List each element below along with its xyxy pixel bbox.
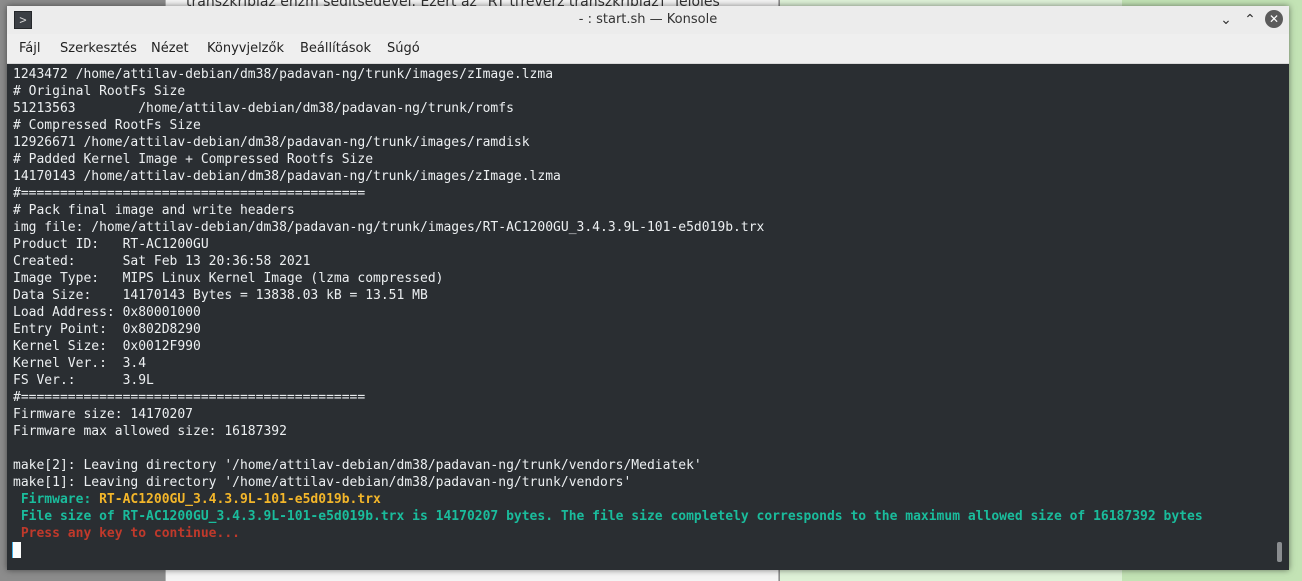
menu-help[interactable]: Súgó <box>387 41 420 56</box>
terminal-text: Created: Sat Feb 13 20:36:58 2021 <box>13 254 311 269</box>
menu-settings[interactable]: Beállítások <box>300 41 371 56</box>
terminal-text: # Padded Kernel Image + Compressed Rootf… <box>13 152 374 167</box>
terminal-text: 51213563 /home/attilav-debian/dm38/padav… <box>13 101 514 116</box>
terminal-line: File size of RT-AC1200GU_3.4.3.9L-101-e5… <box>13 508 1203 525</box>
terminal-line: FS Ver.: 3.9L <box>13 372 1203 389</box>
terminal-line: img file: /home/attilav-debian/dm38/pada… <box>13 219 1203 236</box>
terminal-text: # Original RootFs Size <box>13 84 186 99</box>
terminal-line: # Padded Kernel Image + Compressed Rootf… <box>13 151 1203 168</box>
terminal-line: 51213563 /home/attilav-debian/dm38/padav… <box>13 100 1203 117</box>
terminal-text: Firmware: <box>13 492 100 507</box>
terminal-text: Press any key to continue... <box>13 526 240 541</box>
terminal-line: # Pack final image and write headers <box>13 202 1203 219</box>
terminal-text: Firmware max allowed size: 16187392 <box>13 424 287 439</box>
terminal-text: Firmware size: 14170207 <box>13 407 194 422</box>
terminal-output[interactable]: 1243472 /home/attilav-debian/dm38/padava… <box>7 65 1289 570</box>
terminal-line: 12926671 /home/attilav-debian/dm38/padav… <box>13 134 1203 151</box>
maximize-icon[interactable]: ⌃ <box>1240 10 1260 30</box>
terminal-line: Created: Sat Feb 13 20:36:58 2021 <box>13 253 1203 270</box>
terminal-text: Data Size: 14170143 Bytes = 13838.03 kB … <box>13 288 428 303</box>
terminal-lines: 1243472 /home/attilav-debian/dm38/padava… <box>13 66 1203 542</box>
terminal-line: Kernel Size: 0x0012F990 <box>13 338 1203 355</box>
konsole-window[interactable]: > - : start.sh — Konsole ⌄ ⌃ ✕ Fájl Szer… <box>7 6 1289 570</box>
menu-bookmarks[interactable]: Könyvjelzők <box>207 41 284 56</box>
menu-file[interactable]: Fájl <box>19 41 40 56</box>
terminal-line: # Compressed RootFs Size <box>13 117 1203 134</box>
terminal-text: RT-AC1200GU_3.4.3.9L-101-e5d019b.trx <box>99 492 381 507</box>
terminal-text: 1243472 /home/attilav-debian/dm38/padava… <box>13 67 554 82</box>
terminal-text: img file: /home/attilav-debian/dm38/pada… <box>13 220 765 235</box>
terminal-text: Kernel Size: 0x0012F990 <box>13 339 201 354</box>
terminal-text: Kernel Ver.: 3.4 <box>13 356 147 371</box>
terminal-text: File size of RT-AC1200GU_3.4.3.9L-101-e5… <box>13 509 1203 524</box>
terminal-line: Image Type: MIPS Linux Kernel Image (lzm… <box>13 270 1203 287</box>
terminal-line: Data Size: 14170143 Bytes = 13838.03 kB … <box>13 287 1203 304</box>
terminal-line: make[2]: Leaving directory '/home/attila… <box>13 457 1203 474</box>
terminal-line: #=======================================… <box>13 185 1203 202</box>
terminal-line: Press any key to continue... <box>13 525 1203 542</box>
terminal-line: Firmware max allowed size: 16187392 <box>13 423 1203 440</box>
terminal-text: Entry Point: 0x802D8290 <box>13 322 201 337</box>
terminal-line: Load Address: 0x80001000 <box>13 304 1203 321</box>
terminal-text: Load Address: 0x80001000 <box>13 305 201 320</box>
menu-edit[interactable]: Szerkesztés <box>60 41 137 56</box>
terminal-text: #=======================================… <box>13 186 366 201</box>
menu-view[interactable]: Nézet <box>151 41 189 56</box>
terminal-line: Kernel Ver.: 3.4 <box>13 355 1203 372</box>
minimize-icon[interactable]: ⌄ <box>1216 10 1236 30</box>
terminal-text: 12926671 /home/attilav-debian/dm38/padav… <box>13 135 530 150</box>
terminal-line: Firmware size: 14170207 <box>13 406 1203 423</box>
terminal-text: Product ID: RT-AC1200GU <box>13 237 209 252</box>
terminal-line: Firmware: RT-AC1200GU_3.4.3.9L-101-e5d01… <box>13 491 1203 508</box>
terminal-line: #=======================================… <box>13 389 1203 406</box>
terminal-text: # Pack final image and write headers <box>13 203 295 218</box>
terminal-text: FS Ver.: 3.9L <box>13 373 154 388</box>
window-title: - : start.sh — Konsole <box>578 12 718 27</box>
terminal-text: 14170143 /home/attilav-debian/dm38/padav… <box>13 169 561 184</box>
text-cursor <box>13 542 21 558</box>
terminal-text: # Compressed RootFs Size <box>13 118 201 133</box>
scrollbar-handle[interactable] <box>1277 542 1282 562</box>
terminal-text: make[2]: Leaving directory '/home/attila… <box>13 458 702 473</box>
terminal-line: Product ID: RT-AC1200GU <box>13 236 1203 253</box>
title-bar[interactable]: > - : start.sh — Konsole ⌄ ⌃ ✕ <box>7 6 1289 34</box>
terminal-text: make[1]: Leaving directory '/home/attila… <box>13 475 632 490</box>
terminal-line: Entry Point: 0x802D8290 <box>13 321 1203 338</box>
close-icon[interactable]: ✕ <box>1265 10 1283 28</box>
menu-bar: Fájl Szerkesztés Nézet Könyvjelzők Beáll… <box>7 34 1289 64</box>
terminal-line: 1243472 /home/attilav-debian/dm38/padava… <box>13 66 1203 83</box>
terminal-line: 14170143 /home/attilav-debian/dm38/padav… <box>13 168 1203 185</box>
terminal-line: make[1]: Leaving directory '/home/attila… <box>13 474 1203 491</box>
terminal-line: # Original RootFs Size <box>13 83 1203 100</box>
terminal-text: #=======================================… <box>13 390 366 405</box>
terminal-text: Image Type: MIPS Linux Kernel Image (lzm… <box>13 271 444 286</box>
